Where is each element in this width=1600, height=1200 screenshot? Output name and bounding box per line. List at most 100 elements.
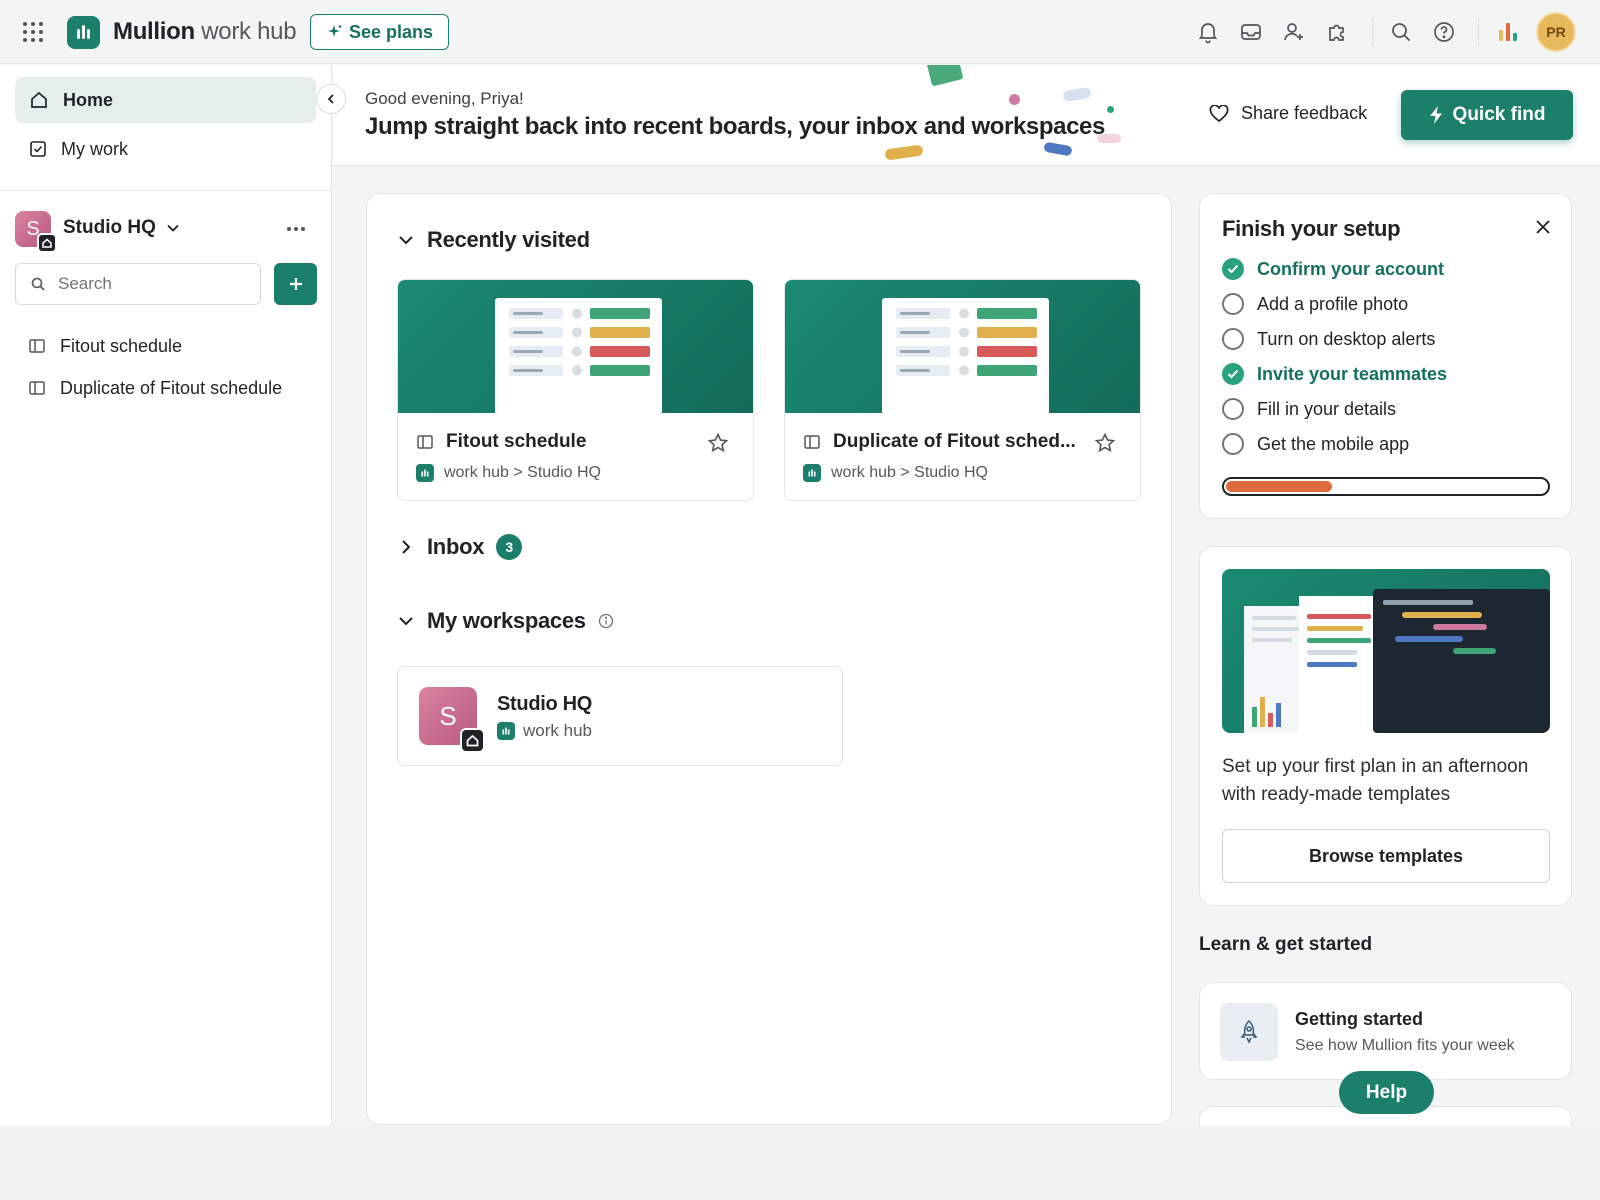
help-button[interactable]: Help — [1339, 1071, 1434, 1114]
chevron-down-icon — [399, 617, 413, 626]
recent-board-card[interactable]: Duplicate of Fitout sched... work hub > … — [784, 279, 1141, 501]
board-icon — [804, 435, 820, 449]
board-icon — [29, 381, 45, 395]
toolbar-divider — [1372, 18, 1373, 46]
setup-item-profile-photo[interactable]: Add a profile photo — [1222, 293, 1408, 315]
confetti-decoration — [1043, 141, 1073, 157]
board-card-title: Fitout schedule — [446, 431, 587, 452]
more-options-icon[interactable] — [284, 221, 308, 237]
work-hub-logo-icon — [497, 722, 515, 740]
sidebar-board-label: Fitout schedule — [60, 335, 183, 356]
recently-visited-header[interactable]: Recently visited — [397, 227, 590, 253]
star-icon[interactable] — [1094, 432, 1116, 454]
workspace-card[interactable]: S Studio HQ work hub — [397, 666, 843, 766]
sidebar-item-home[interactable]: Home — [15, 77, 316, 123]
section-title: My workspaces — [427, 608, 586, 633]
lightning-icon — [1429, 106, 1442, 124]
greeting-text: Good evening, Priya! — [365, 89, 524, 108]
board-card-path-text: work hub > Studio HQ — [444, 464, 601, 481]
board-card-path: work hub > Studio HQ — [803, 464, 988, 482]
board-icon — [417, 435, 433, 449]
inbox-icon[interactable] — [1239, 20, 1263, 44]
setup-item-desktop-alerts[interactable]: Turn on desktop alerts — [1222, 328, 1435, 350]
confetti-decoration — [1097, 134, 1121, 143]
page-bottom-area — [0, 1126, 1600, 1200]
extensions-icon[interactable] — [1325, 20, 1349, 44]
close-icon[interactable] — [1534, 218, 1552, 236]
toolbar-divider — [1478, 18, 1479, 46]
home-badge-icon — [460, 728, 485, 753]
setup-item-label: Invite your teammates — [1257, 363, 1448, 384]
setup-checklist-card: Finish your setup Confirm your account A… — [1199, 193, 1572, 519]
user-avatar[interactable]: PR — [1536, 12, 1576, 52]
workspace-selector[interactable]: Studio HQ — [63, 217, 180, 239]
confetti-decoration — [1062, 86, 1092, 103]
setup-item-label: Get the mobile app — [1257, 433, 1410, 454]
home-icon — [31, 91, 47, 108]
sidebar-item-label: My work — [61, 138, 128, 159]
workspace-name: Studio HQ — [63, 217, 156, 238]
quick-find-label: Quick find — [1452, 104, 1546, 125]
hero-banner: Good evening, Priya! Jump straight back … — [333, 65, 1600, 166]
learn-section-title: Learn & get started — [1199, 934, 1373, 955]
share-feedback-button[interactable]: Share feedback — [1209, 103, 1367, 124]
getting-started-card[interactable]: Getting started See how Mullion fits you… — [1199, 982, 1572, 1080]
setup-item-label: Confirm your account — [1257, 258, 1445, 279]
check-circle-icon — [1222, 363, 1244, 385]
board-card-path: work hub > Studio HQ — [416, 464, 601, 482]
help-icon[interactable] — [1432, 20, 1456, 44]
templates-promo-text: Set up your first plan in an afternoon w… — [1222, 756, 1529, 805]
learn-card-title: Getting started — [1295, 1009, 1424, 1029]
empty-circle-icon — [1222, 293, 1244, 315]
apps-grid-icon[interactable] — [22, 21, 44, 43]
setup-item-invite-teammates[interactable]: Invite your teammates — [1222, 363, 1447, 385]
section-title: Recently visited — [427, 227, 590, 252]
work-hub-logo-icon — [416, 464, 434, 482]
invite-user-icon[interactable] — [1282, 20, 1306, 44]
sidebar-board-label: Duplicate of Fitout schedule — [60, 377, 283, 398]
star-icon[interactable] — [707, 432, 729, 454]
empty-circle-icon — [1222, 433, 1244, 455]
chevron-left-icon — [327, 94, 334, 104]
main-panel: Recently visited Fitout schedule work hu… — [366, 193, 1172, 1125]
sidebar-item-my-work[interactable]: My work — [15, 126, 316, 172]
chevron-down-icon — [399, 236, 413, 245]
inbox-header[interactable]: Inbox 3 — [397, 534, 523, 560]
collapse-sidebar-button[interactable] — [316, 84, 346, 114]
search-icon — [31, 277, 45, 291]
recent-board-card[interactable]: Fitout schedule work hub > Studio HQ — [397, 279, 754, 501]
sidebar-search-input[interactable] — [58, 274, 238, 294]
sidebar-item-label: Home — [63, 89, 114, 110]
board-thumbnail — [398, 280, 753, 413]
app-logo[interactable] — [67, 16, 100, 49]
board-preview-sheet — [882, 298, 1049, 413]
sparkle-icon — [328, 25, 342, 37]
setup-item-confirm-account[interactable]: Confirm your account — [1222, 258, 1444, 280]
quick-find-button[interactable]: Quick find — [1401, 90, 1573, 140]
my-workspaces-header[interactable]: My workspaces — [397, 608, 614, 634]
empty-circle-icon — [1222, 328, 1244, 350]
learn-card-subtitle: See how Mullion fits your week — [1295, 1037, 1515, 1054]
setup-progress-fill — [1226, 481, 1332, 492]
heart-icon — [1209, 104, 1229, 122]
logo-bars-icon — [77, 25, 90, 39]
setup-item-mobile-app[interactable]: Get the mobile app — [1222, 433, 1409, 455]
search-icon[interactable] — [1389, 20, 1413, 44]
add-board-button[interactable] — [274, 263, 317, 305]
sidebar-search[interactable] — [15, 263, 261, 305]
info-icon[interactable] — [598, 613, 614, 629]
sidebar-board-fitout-schedule[interactable]: Fitout schedule — [15, 327, 316, 365]
chart-icon[interactable] — [1496, 20, 1520, 44]
check-circle-icon — [1222, 258, 1244, 280]
browse-templates-button[interactable]: Browse templates — [1222, 829, 1550, 883]
setup-item-fill-details[interactable]: Fill in your details — [1222, 398, 1396, 420]
sidebar-board-duplicate[interactable]: Duplicate of Fitout schedule — [15, 369, 316, 407]
see-plans-button[interactable]: See plans — [310, 14, 450, 50]
chevron-right-icon — [402, 540, 411, 554]
setup-progress-bar — [1222, 477, 1550, 496]
confetti-decoration — [926, 65, 964, 87]
share-feedback-label: Share feedback — [1241, 103, 1368, 123]
sidebar-divider — [0, 190, 332, 191]
board-card-path-text: work hub > Studio HQ — [831, 464, 988, 481]
bell-icon[interactable] — [1196, 20, 1220, 44]
